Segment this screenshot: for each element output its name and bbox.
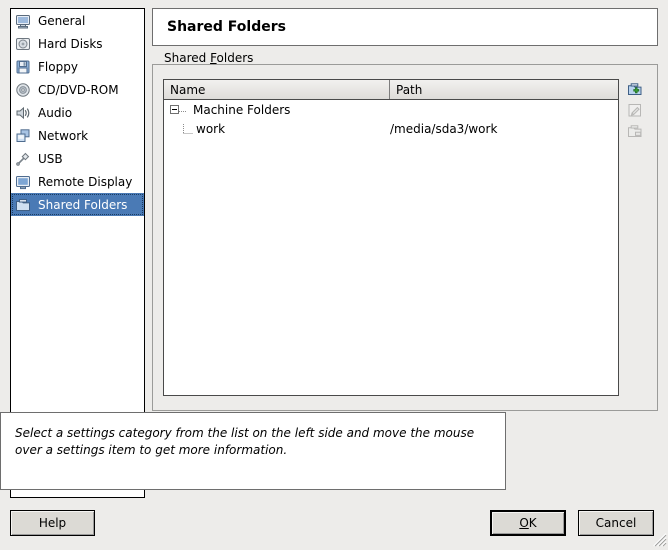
folder-icon xyxy=(15,197,31,213)
shared-folders-tree[interactable]: Name Path Machine Folders work /media/sd… xyxy=(163,79,619,396)
cancel-button[interactable]: Cancel xyxy=(578,510,654,536)
usb-icon xyxy=(15,151,31,167)
sidebar-item-hard-disks[interactable]: Hard Disks xyxy=(11,32,144,55)
speaker-icon xyxy=(15,105,31,121)
sidebar-item-label: CD/DVD-ROM xyxy=(38,82,119,97)
sidebar-item-label: General xyxy=(38,13,86,28)
column-header-path[interactable]: Path xyxy=(390,80,618,99)
table-row[interactable]: Machine Folders xyxy=(164,100,618,119)
remove-shared-folder-button[interactable] xyxy=(624,120,646,141)
monitor-icon xyxy=(15,13,31,29)
resize-grip-icon[interactable] xyxy=(651,531,667,547)
folder-add-icon xyxy=(627,81,643,97)
branch-line-icon xyxy=(179,105,189,114)
cd-dvd-icon xyxy=(15,82,31,98)
info-panel: Select a settings category from the list… xyxy=(0,412,506,490)
dialog-button-bar: Help OK Cancel xyxy=(0,505,668,548)
sidebar-item-label: Floppy xyxy=(38,59,78,74)
column-header-name[interactable]: Name xyxy=(164,80,390,99)
tree-node-name-cell: Machine Folders xyxy=(164,103,390,117)
remote-display-icon xyxy=(15,174,31,190)
sidebar-item-label: Remote Display xyxy=(38,174,133,189)
network-icon xyxy=(15,128,31,144)
info-text: Select a settings category from the list… xyxy=(15,426,475,457)
ok-button-mnemonic: O xyxy=(519,516,529,530)
sidebar-item-shared-folders[interactable]: Shared Folders xyxy=(11,193,144,216)
sidebar-item-label: Shared Folders xyxy=(38,197,128,212)
table-row[interactable]: work /media/sda3/work xyxy=(164,119,618,138)
sidebar-item-label: Audio xyxy=(38,105,73,120)
sidebar-item-audio[interactable]: Audio xyxy=(11,101,144,124)
collapse-expander-icon[interactable] xyxy=(170,105,179,114)
sidebar-item-label: Network xyxy=(38,128,89,143)
shared-folders-toolbar xyxy=(624,78,646,141)
groupbox-label: Shared Folders xyxy=(160,51,258,65)
page-header: Shared Folders xyxy=(152,8,658,46)
tree-node-name-cell: work xyxy=(164,122,390,136)
sidebar-item-remote-display[interactable]: Remote Display xyxy=(11,170,144,193)
folder-remove-icon xyxy=(627,123,643,139)
sidebar-item-cd-dvd-rom[interactable]: CD/DVD-ROM xyxy=(11,78,144,101)
sidebar-item-label: USB xyxy=(38,151,63,166)
sidebar-item-general[interactable]: General xyxy=(11,9,144,32)
groupbox-label-before: Shared xyxy=(164,51,211,65)
hard-disk-icon xyxy=(15,36,31,52)
groupbox-label-after: olders xyxy=(216,51,254,65)
page-title: Shared Folders xyxy=(167,19,286,35)
sidebar-item-label: Hard Disks xyxy=(38,36,103,51)
tree-node-path-cell: /media/sda3/work xyxy=(390,121,498,136)
tree-node-label: Machine Folders xyxy=(193,102,291,117)
edit-shared-folder-button[interactable] xyxy=(624,99,646,120)
floppy-icon xyxy=(15,59,31,75)
sidebar-item-floppy[interactable]: Floppy xyxy=(11,55,144,78)
sidebar-item-network[interactable]: Network xyxy=(11,124,144,147)
help-button[interactable]: Help xyxy=(10,510,95,536)
branch-line-icon xyxy=(182,124,193,134)
tree-body[interactable]: Machine Folders work /media/sda3/work xyxy=(164,100,618,395)
ok-button[interactable]: OK xyxy=(490,510,566,536)
add-shared-folder-button[interactable] xyxy=(624,78,646,99)
tree-header-row: Name Path xyxy=(164,80,618,100)
sidebar-item-usb[interactable]: USB xyxy=(11,147,144,170)
folder-edit-icon xyxy=(627,102,643,118)
tree-node-label: work xyxy=(196,121,226,136)
ok-button-rest: K xyxy=(528,516,537,530)
